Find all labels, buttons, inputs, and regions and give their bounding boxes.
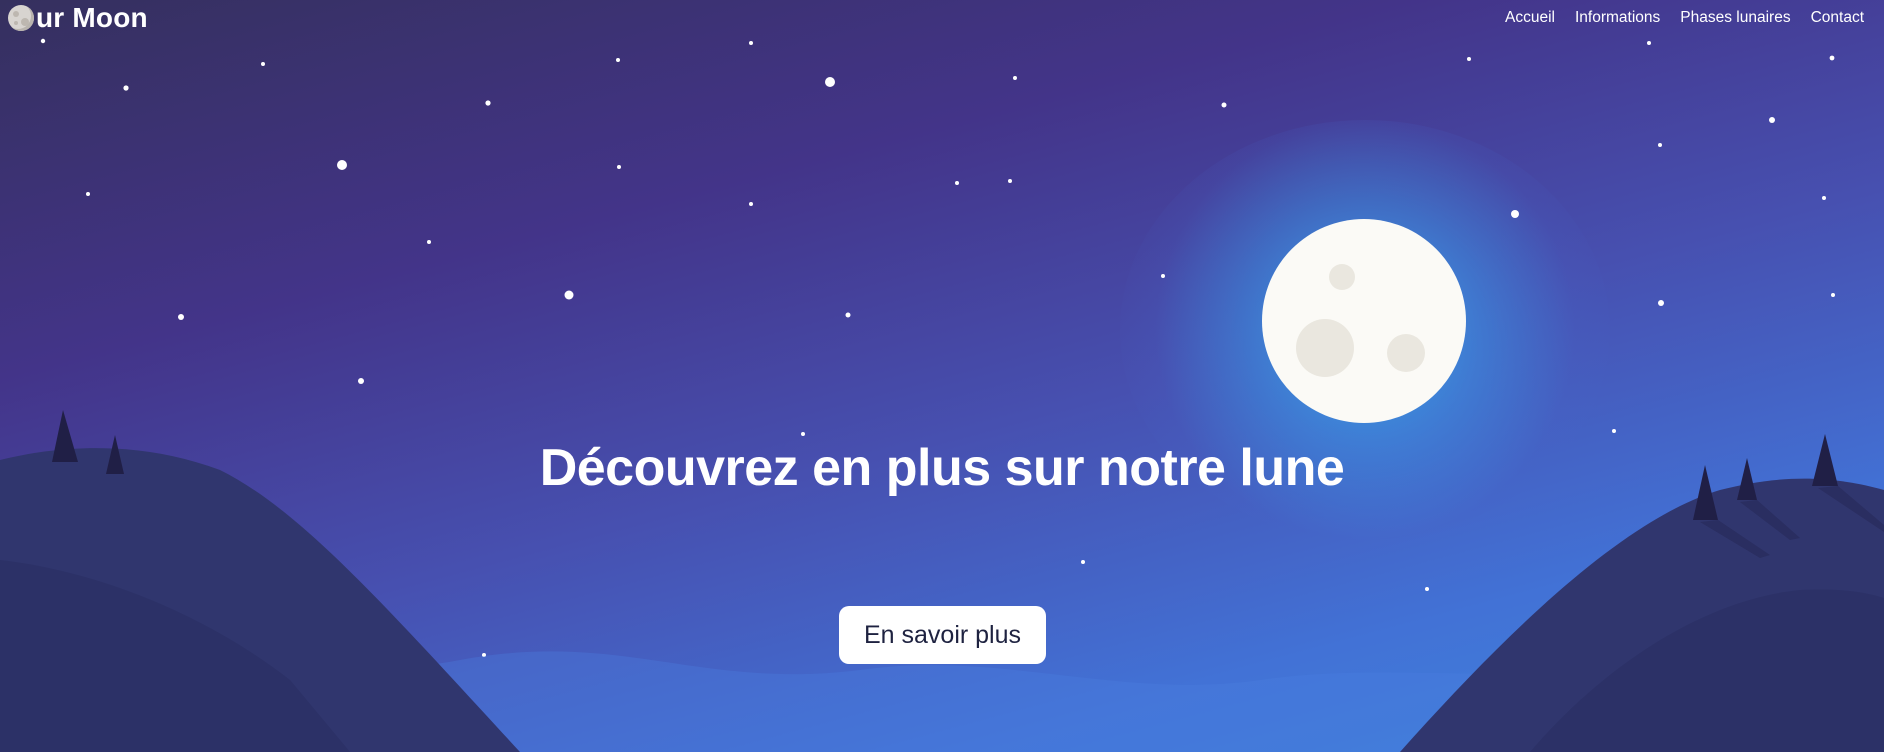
moon-body xyxy=(1262,219,1466,423)
top-navbar: ur Moon Accueil Informations Phases luna… xyxy=(0,0,1884,36)
hero-headline: Découvrez en plus sur notre lune xyxy=(539,439,1345,497)
star xyxy=(1013,76,1017,80)
star xyxy=(485,100,491,106)
star xyxy=(749,202,753,206)
star xyxy=(564,290,574,300)
star xyxy=(1647,41,1651,45)
nav-link-informations[interactable]: Informations xyxy=(1575,9,1660,27)
moon-crater xyxy=(1387,334,1425,372)
star xyxy=(86,192,90,196)
brand-name: ur Moon xyxy=(36,2,148,33)
star xyxy=(825,77,835,87)
star xyxy=(1612,429,1616,433)
star xyxy=(1161,274,1165,278)
star xyxy=(427,240,431,244)
star xyxy=(1081,560,1085,564)
star xyxy=(955,181,959,185)
star xyxy=(123,85,129,91)
star xyxy=(1658,143,1662,147)
star xyxy=(801,432,805,436)
star xyxy=(1425,587,1429,591)
star xyxy=(1769,117,1775,123)
star xyxy=(616,58,620,62)
hero-section: ur Moon Accueil Informations Phases luna… xyxy=(0,0,1884,752)
moon-icon xyxy=(8,5,34,31)
star xyxy=(1658,300,1664,306)
nav-link-phases-lunaires[interactable]: Phases lunaires xyxy=(1680,9,1790,27)
star xyxy=(1822,196,1826,200)
star xyxy=(261,62,265,66)
star xyxy=(1829,55,1835,61)
star xyxy=(358,378,364,384)
star xyxy=(617,165,621,169)
star xyxy=(1511,210,1519,218)
star xyxy=(1221,102,1227,108)
learn-more-button[interactable]: En savoir plus xyxy=(839,606,1046,664)
star xyxy=(178,314,184,320)
star xyxy=(1008,179,1012,183)
brand-logo-link[interactable]: ur Moon xyxy=(8,2,148,34)
star xyxy=(749,41,753,45)
moon-crater xyxy=(1296,319,1354,377)
nav-link-accueil[interactable]: Accueil xyxy=(1505,9,1555,27)
star xyxy=(40,38,46,44)
nav-links: Accueil Informations Phases lunaires Con… xyxy=(1505,9,1864,27)
star xyxy=(845,312,851,318)
moon-illustration xyxy=(1262,219,1466,423)
nav-link-contact[interactable]: Contact xyxy=(1811,9,1864,27)
star xyxy=(1831,293,1835,297)
star xyxy=(337,160,347,170)
star xyxy=(1467,57,1471,61)
moon-crater xyxy=(1329,264,1355,290)
